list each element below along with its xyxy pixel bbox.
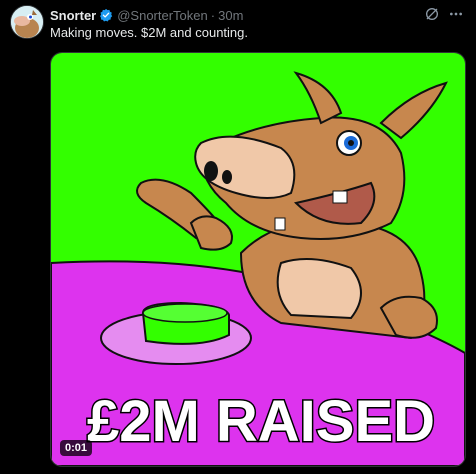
more-icon[interactable] bbox=[448, 6, 464, 22]
post-time[interactable]: 30m bbox=[218, 8, 243, 23]
author-handle[interactable]: @SnorterToken bbox=[117, 8, 208, 23]
video-frame: £2M RAISED bbox=[51, 53, 465, 466]
video-timestamp: 0:01 bbox=[60, 440, 93, 456]
tweet-header: Snorter @SnorterToken · 30m bbox=[50, 6, 464, 24]
tweet: Snorter @SnorterToken · 30m Making moves bbox=[0, 0, 476, 474]
post-text: Making moves. $2M and counting. bbox=[50, 25, 248, 40]
avatar-image bbox=[11, 6, 43, 38]
tweet-actions bbox=[424, 6, 464, 22]
separator-dot: · bbox=[210, 7, 216, 23]
author-name[interactable]: Snorter bbox=[50, 8, 96, 23]
verified-badge-icon bbox=[99, 8, 113, 22]
avatar[interactable] bbox=[10, 5, 44, 39]
media-caption: £2M RAISED bbox=[87, 389, 435, 454]
media-video[interactable]: £2M RAISED 0:01 bbox=[50, 52, 466, 467]
grok-icon[interactable] bbox=[424, 6, 440, 22]
